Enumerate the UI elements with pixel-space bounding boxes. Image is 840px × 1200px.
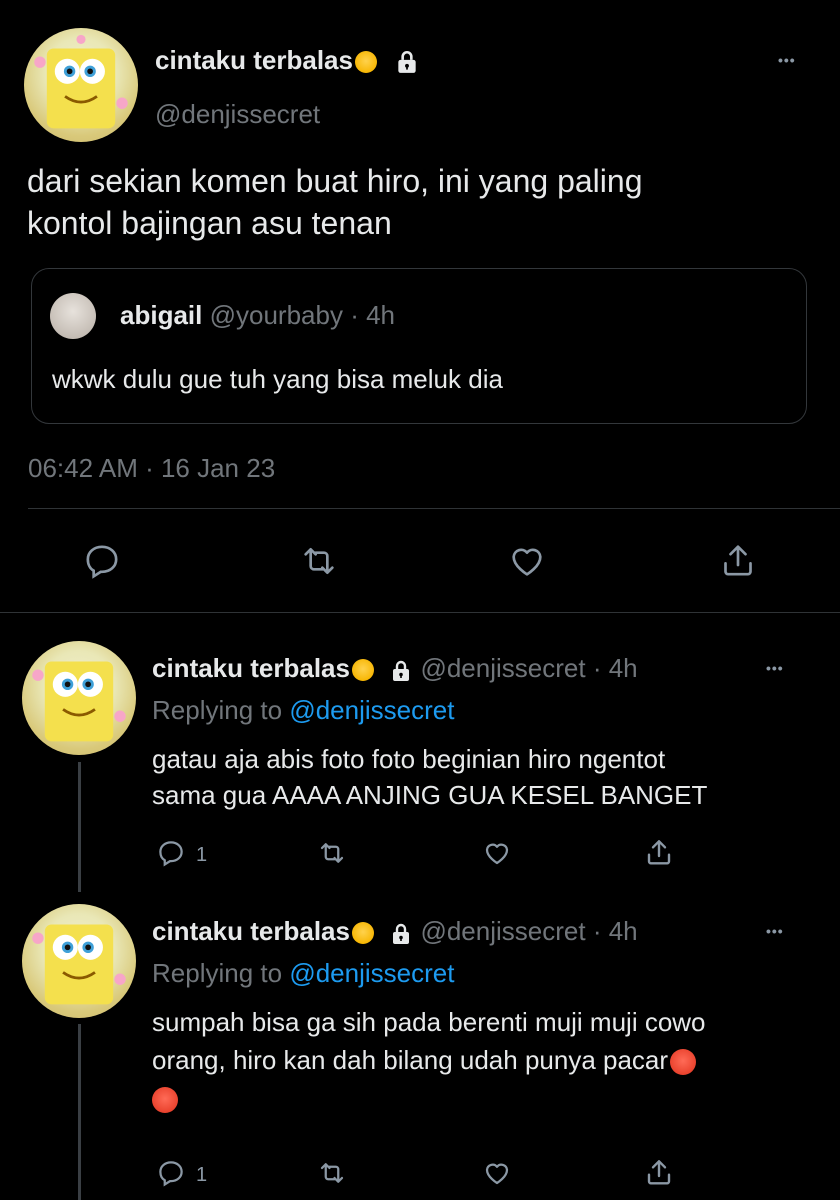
partying-face-emoji [354, 51, 377, 74]
timestamp[interactable]: 06:42 AM · 16 Jan 23 [28, 452, 275, 484]
lock-icon [389, 658, 413, 682]
partying-face-emoji [351, 659, 374, 682]
thread-line [78, 1024, 81, 1200]
share-icon[interactable] [718, 539, 758, 581]
replying-label: Replying to [152, 958, 283, 988]
reply-icon[interactable] [81, 541, 123, 581]
handle[interactable]: @yourbaby [210, 300, 343, 330]
timestamp: · 4h [350, 300, 395, 330]
like-icon[interactable] [480, 1158, 514, 1188]
retweet-icon[interactable] [314, 838, 350, 868]
handle[interactable]: @denjissecret [420, 916, 585, 946]
retweet-icon[interactable] [297, 541, 341, 581]
like-icon[interactable] [480, 838, 514, 868]
angry-face-emoji [152, 1087, 178, 1114]
avatar[interactable] [22, 641, 136, 755]
quoted-tweet[interactable]: abigail @yourbaby · 4h wkwk dulu gue tuh… [31, 268, 807, 424]
lock-icon [394, 49, 420, 75]
replying-label: Replying to [152, 695, 283, 725]
angry-face-emoji [670, 1049, 697, 1076]
lock-icon [389, 921, 413, 945]
replying-handle-link[interactable]: @denjissecret [289, 695, 454, 725]
replying-handle-link[interactable]: @denjissecret [289, 958, 454, 988]
display-name[interactable]: cintaku terbalas [155, 45, 353, 75]
more-icon[interactable]: ••• [766, 660, 784, 676]
display-name[interactable]: abigail [120, 300, 202, 330]
avatar[interactable] [24, 28, 138, 142]
partying-face-emoji [351, 922, 374, 945]
more-icon[interactable]: ••• [766, 923, 784, 939]
avatar[interactable] [22, 904, 136, 1018]
timestamp: · 4h [592, 916, 638, 946]
reply-text: gatau aja abis foto foto beginian hiro n… [152, 744, 708, 810]
share-icon[interactable] [643, 1156, 675, 1188]
thread-line [78, 762, 81, 892]
reply-icon[interactable] [155, 838, 187, 868]
divider [28, 508, 840, 509]
reply-count: 1 [196, 1164, 208, 1186]
display-name[interactable]: cintaku terbalas [152, 916, 350, 946]
reply-text: sumpah bisa ga sih pada berenti muji muj… [152, 1003, 706, 1117]
quoted-text: wkwk dulu gue tuh yang bisa meluk dia [52, 364, 503, 394]
display-name[interactable]: cintaku terbalas [152, 653, 350, 683]
reply-icon[interactable] [155, 1158, 187, 1188]
retweet-icon[interactable] [314, 1158, 350, 1188]
reply-count: 1 [196, 844, 208, 866]
share-icon[interactable] [643, 836, 675, 868]
more-icon[interactable]: ••• [778, 52, 796, 68]
tweet-text: dari sekian komen buat hiro, ini yang pa… [27, 163, 643, 241]
divider [0, 612, 840, 613]
like-icon[interactable] [506, 541, 548, 581]
handle[interactable]: @denjissecret [420, 653, 585, 683]
timestamp: · 4h [592, 653, 638, 683]
handle[interactable]: @denjissecret [155, 98, 320, 130]
avatar[interactable] [50, 293, 96, 339]
